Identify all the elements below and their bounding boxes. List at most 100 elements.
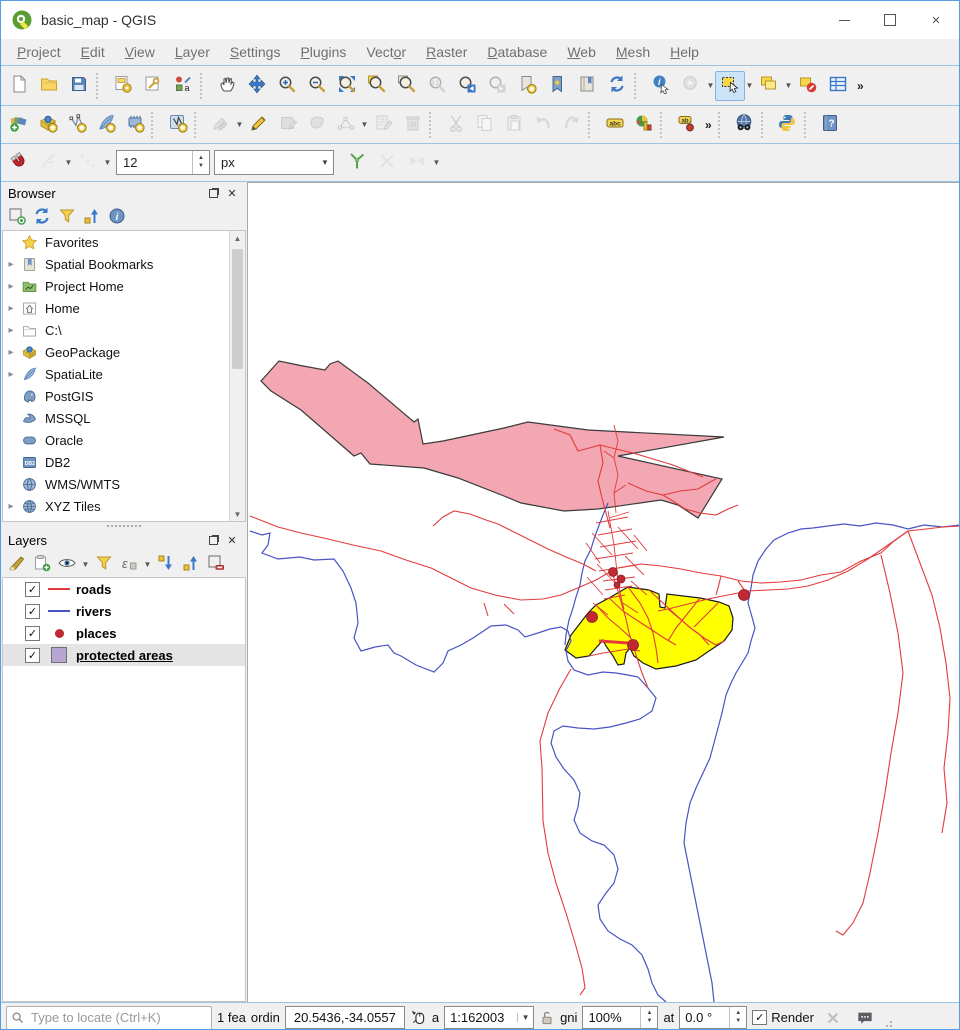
browser-float-button[interactable] (205, 186, 221, 200)
collapse-all-button[interactable] (180, 553, 202, 575)
lock-scale-icon[interactable] (539, 1010, 555, 1026)
save-layer-edits-button[interactable] (273, 111, 302, 139)
browser-collapse-all-button[interactable] (81, 206, 103, 228)
zoom-full-button[interactable] (332, 71, 362, 101)
zoom-next-button[interactable] (482, 71, 512, 101)
layer-item-roads[interactable]: ✓roads (3, 578, 245, 600)
menu-mesh[interactable]: Mesh (606, 41, 660, 63)
data-source-manager-button[interactable] (4, 111, 33, 139)
save-project-button[interactable] (64, 71, 94, 101)
expander-icon[interactable]: ▸ (3, 501, 19, 512)
messages-icon[interactable] (856, 1010, 874, 1026)
zoom-out-button[interactable] (302, 71, 332, 101)
browser-item-c[interactable]: ▸C:\ (3, 319, 245, 341)
snapping-type-dropdown-icon[interactable]: ▼ (103, 158, 112, 167)
new-shapefile-button[interactable] (62, 111, 91, 139)
deselect-all-button[interactable] (793, 71, 823, 101)
new-virtual-layer-button[interactable] (163, 111, 192, 139)
current-edits-dropdown-icon[interactable]: ▼ (235, 120, 244, 129)
new-spatial-bookmark-button[interactable] (512, 71, 542, 101)
open-project-button[interactable] (34, 71, 64, 101)
undo-button[interactable] (528, 111, 557, 139)
close-button[interactable]: × (913, 1, 959, 39)
browser-item-home[interactable]: ▸Home (3, 297, 245, 319)
cut-features-button[interactable] (441, 111, 470, 139)
snapping-mode-dropdown-icon[interactable]: ▼ (64, 158, 73, 167)
snapping-type-button[interactable] (73, 148, 103, 178)
scale-dropdown-icon[interactable]: ▼ (517, 1013, 533, 1022)
maximize-button[interactable] (867, 1, 913, 39)
new-geopackage-button[interactable] (33, 111, 62, 139)
stop-rendering-icon[interactable] (825, 1010, 841, 1026)
show-spatial-bookmarks-button[interactable] (542, 71, 572, 101)
resize-grip[interactable] (881, 1020, 893, 1030)
expander-icon[interactable]: ▸ (3, 325, 19, 336)
vertex-tool-dropdown-icon[interactable]: ▼ (360, 120, 369, 129)
browser-item-wms-wmts[interactable]: WMS/WMTS (3, 473, 245, 495)
menu-help[interactable]: Help (660, 41, 709, 63)
menu-web[interactable]: Web (557, 41, 606, 63)
modify-attributes-button[interactable] (369, 111, 398, 139)
enable-snapping-button[interactable] (4, 148, 34, 178)
paste-features-button[interactable] (499, 111, 528, 139)
magnifier-stepper[interactable]: ▲▼ (640, 1007, 657, 1028)
render-toggle[interactable]: ✓ Render (752, 1010, 814, 1025)
rotation-spinbox[interactable]: 0.0 ° ▲▼ (679, 1006, 747, 1029)
browser-item-db2[interactable]: DB2DB2 (3, 451, 245, 473)
filter-by-expression-button[interactable]: ε (118, 553, 140, 575)
snapping-mode-button[interactable] (34, 148, 64, 178)
new-mesh-layer-button[interactable] (120, 111, 149, 139)
redo-button[interactable] (557, 111, 586, 139)
expander-icon[interactable]: ▸ (3, 347, 19, 358)
locator-input[interactable] (29, 1009, 211, 1026)
expander-icon[interactable]: ▸ (3, 369, 19, 380)
snap-on-intersection-button[interactable] (372, 148, 402, 178)
current-edits-button[interactable] (206, 111, 235, 139)
vertex-tool-button[interactable] (331, 111, 360, 139)
filter-by-expression-dropdown-icon[interactable]: ▼ (143, 560, 152, 569)
layer-visibility-checkbox[interactable]: ✓ (25, 626, 40, 641)
scale-combo[interactable]: 1:162003 ▼ (444, 1006, 534, 1029)
digitize-blob-button[interactable] (302, 111, 331, 139)
expander-icon[interactable]: ▸ (3, 281, 19, 292)
menu-edit[interactable]: Edit (71, 41, 115, 63)
layer-visibility-checkbox[interactable]: ✓ (25, 582, 40, 597)
new-project-button[interactable] (4, 71, 34, 101)
browser-add-layers-button[interactable] (6, 206, 28, 228)
enable-tracing-dropdown-icon[interactable]: ▼ (432, 158, 441, 167)
manage-visibility-dropdown-icon[interactable]: ▼ (81, 560, 90, 569)
browser-properties-button[interactable]: i (106, 206, 128, 228)
run-feature-action-button[interactable] (676, 71, 706, 101)
manage-visibility-button[interactable] (56, 553, 78, 575)
expand-all-button[interactable] (155, 553, 177, 575)
open-layer-styling-button[interactable] (6, 553, 28, 575)
layer-item-rivers[interactable]: ✓rivers (3, 600, 245, 622)
identify-features-button[interactable]: i (646, 71, 676, 101)
scrollbar-track[interactable] (230, 245, 245, 507)
python-console-button[interactable] (773, 111, 802, 139)
scrollbar-thumb[interactable] (232, 249, 243, 369)
magnifier-spinbox[interactable]: 100% ▲▼ (582, 1006, 658, 1029)
toolbar-overflow-2-button[interactable]: » (701, 118, 716, 132)
zoom-to-selection-button[interactable] (362, 71, 392, 101)
menu-raster[interactable]: Raster (416, 41, 477, 63)
minimize-button[interactable] (821, 1, 867, 39)
snapping-tolerance-stepper[interactable]: ▲▼ (192, 151, 209, 174)
pan-map-button[interactable] (212, 71, 242, 101)
remove-layer-button[interactable] (205, 553, 227, 575)
run-feature-action-dropdown-icon[interactable]: ▼ (706, 81, 715, 90)
browser-item-spatialite[interactable]: ▸SpatiaLite (3, 363, 245, 385)
toolbar-overflow-1-button[interactable]: » (853, 79, 868, 93)
menu-vector[interactable]: Vector (356, 41, 416, 63)
browser-refresh-button[interactable] (31, 206, 53, 228)
menu-layer[interactable]: Layer (165, 41, 220, 63)
scroll-up-icon[interactable]: ▲ (234, 231, 242, 245)
browser-scrollbar[interactable]: ▲ ▼ (229, 231, 245, 521)
style-manager-button[interactable]: a (168, 71, 198, 101)
menu-view[interactable]: View (115, 41, 165, 63)
zoom-to-layer-button[interactable] (392, 71, 422, 101)
snapping-tolerance-spinbox[interactable]: 12 ▲▼ (116, 150, 210, 175)
locator-search[interactable] (6, 1006, 212, 1030)
new-spatialite-layer-button[interactable] (91, 111, 120, 139)
layer-visibility-checkbox[interactable]: ✓ (25, 604, 40, 619)
